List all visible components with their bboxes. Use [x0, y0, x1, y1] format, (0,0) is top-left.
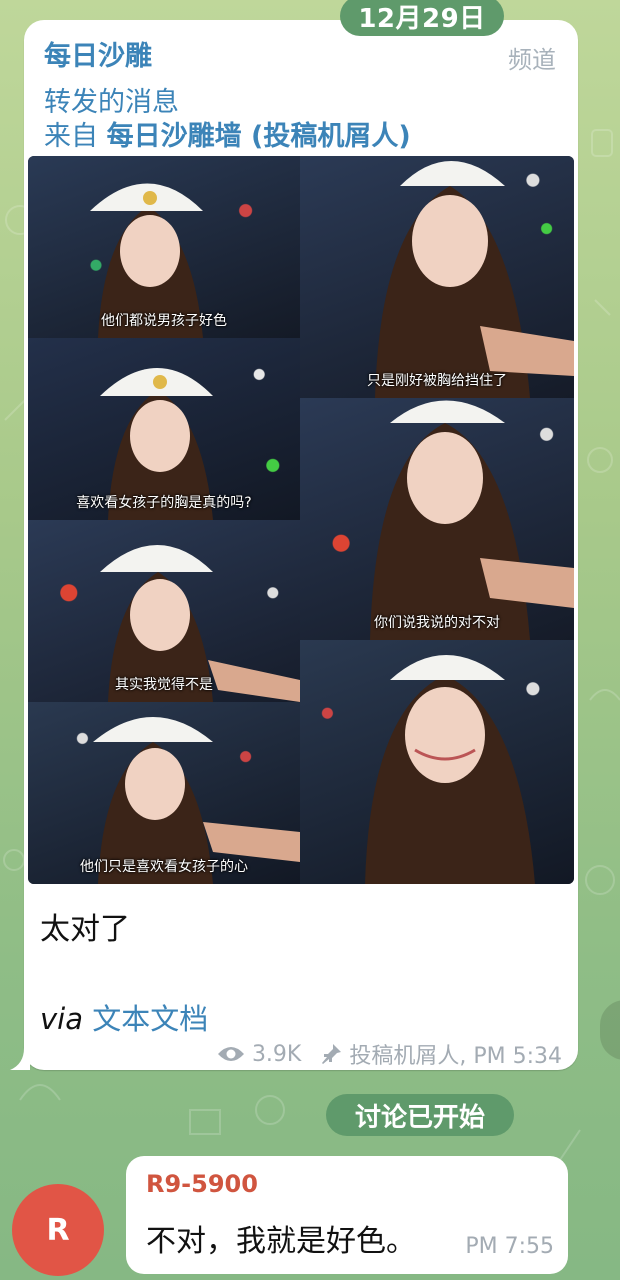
- reply-time: PM 7:55: [465, 1234, 554, 1259]
- reply-bubble[interactable]: R9-5900 不对，我就是好色。 PM 7:55: [126, 1156, 568, 1274]
- image-caption: 你们说我说的对不对: [374, 615, 500, 631]
- reply-author[interactable]: R9-5900: [146, 1170, 258, 1198]
- girl-figure: [375, 161, 574, 398]
- view-count: 3.9K: [251, 1041, 302, 1067]
- share-button[interactable]: [600, 1000, 620, 1060]
- image-panel: 喜欢看女孩子的胸是真的吗?: [28, 338, 300, 520]
- pin-icon: [322, 1044, 342, 1064]
- image-caption: 只是刚好被胸给挡住了: [367, 373, 507, 389]
- post-image[interactable]: 他们都说男孩子好色 喜欢看女孩子的胸是真的吗? 其实我觉得不是 他们只是喜欢看女…: [28, 156, 574, 884]
- image-caption: 他们都说男孩子好色: [101, 313, 227, 329]
- eye-icon: [217, 1047, 244, 1061]
- image-caption: 他们只是喜欢看女孩子的心: [80, 859, 248, 875]
- image-caption: 其实我觉得不是: [115, 677, 213, 693]
- image-panel: 只是刚好被胸给挡住了: [300, 156, 574, 398]
- girl-figure: [370, 400, 574, 640]
- image-panel: 其实我觉得不是: [28, 520, 300, 702]
- post-text: 太对了: [40, 912, 130, 947]
- image-panel: 他们只是喜欢看女孩子的心: [28, 702, 300, 884]
- avatar[interactable]: R: [12, 1184, 104, 1276]
- image-panel: 他们都说男孩子好色: [28, 156, 300, 338]
- channel-post-bubble[interactable]: 每日沙雕 频道 转发的消息 来自 每日沙雕墙 (投稿机屑人) 他们都说男孩子好色: [24, 20, 578, 1070]
- forwarded-from-prefix: 来自: [44, 121, 98, 152]
- via-prefix: via: [40, 1002, 83, 1036]
- girl-figure: [365, 655, 535, 884]
- channel-tag: 频道: [508, 46, 556, 74]
- post-meta: 3.9K 投稿机屑人, PM 5:34: [216, 1038, 562, 1070]
- forwarded-from[interactable]: 来自 每日沙雕墙 (投稿机屑人): [44, 114, 411, 153]
- forwarded-from-source[interactable]: 每日沙雕墙 (投稿机屑人): [107, 121, 411, 152]
- reply-text: 不对，我就是好色。: [146, 1224, 416, 1259]
- image-panel: [300, 640, 574, 884]
- image-panel: 你们说我说的对不对: [300, 398, 574, 640]
- bubble-tail: [10, 1048, 30, 1070]
- date-chip: 12月29日: [340, 0, 504, 36]
- discussion-started-chip: 讨论已开始: [326, 1094, 514, 1136]
- via-link[interactable]: 文本文档: [92, 1002, 208, 1036]
- image-caption: 喜欢看女孩子的胸是真的吗?: [76, 495, 252, 511]
- channel-name[interactable]: 每日沙雕: [44, 34, 152, 73]
- via-line: via 文本文档: [40, 996, 208, 1038]
- post-author-time: 投稿机屑人, PM 5:34: [349, 1044, 562, 1069]
